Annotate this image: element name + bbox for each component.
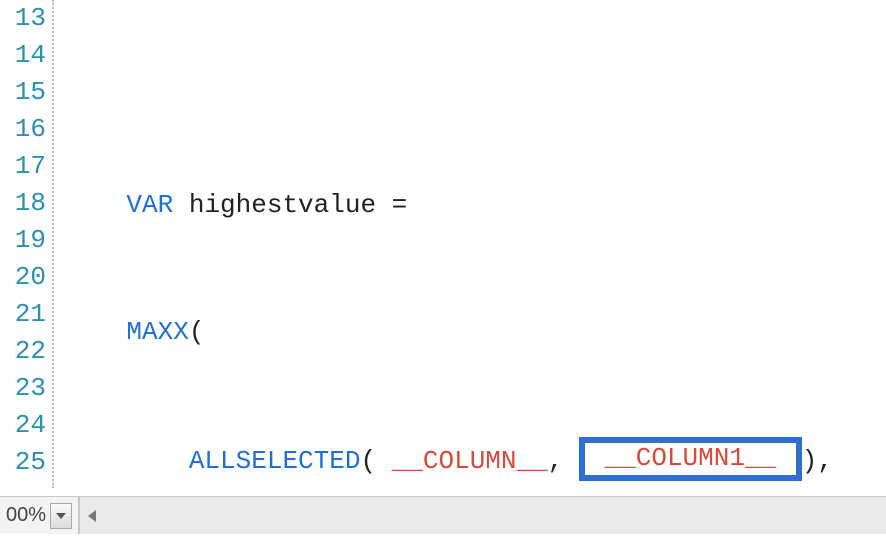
status-bar: 00% [0,496,886,534]
code-line: VAR highestvalue = [64,187,886,224]
scrollbar-track[interactable] [104,497,886,534]
line-number: 13 [0,0,46,37]
line-number: 16 [0,111,46,148]
code-editor[interactable]: 13 14 15 16 17 18 19 20 21 22 23 24 25 V… [0,0,886,488]
line-number: 24 [0,407,46,444]
code-line: MAXX( [64,314,886,351]
line-number: 14 [0,37,46,74]
horizontal-scrollbar[interactable] [79,497,886,534]
zoom-control[interactable]: 00% [0,497,79,534]
line-number: 25 [0,444,46,481]
line-number: 23 [0,370,46,407]
highlight-box: __COLUMN1__ [579,437,802,481]
code-area[interactable]: VAR highestvalue = MAXX( ALLSELECTED( __… [54,0,886,488]
line-number: 18 [0,185,46,222]
scroll-left-button[interactable] [80,497,104,534]
chevron-down-icon [56,513,66,519]
line-number: 22 [0,333,46,370]
line-number: 17 [0,148,46,185]
triangle-left-icon [88,510,96,522]
line-number: 21 [0,296,46,333]
zoom-value: 00% [2,504,50,527]
line-number: 15 [0,74,46,111]
zoom-dropdown-button[interactable] [50,503,72,529]
code-line [64,60,886,97]
line-number: 19 [0,222,46,259]
code-line: ALLSELECTED( __COLUMN__, __COLUMN1__ ), [64,441,886,478]
line-number-gutter: 13 14 15 16 17 18 19 20 21 22 23 24 25 [0,0,54,488]
line-number: 20 [0,259,46,296]
